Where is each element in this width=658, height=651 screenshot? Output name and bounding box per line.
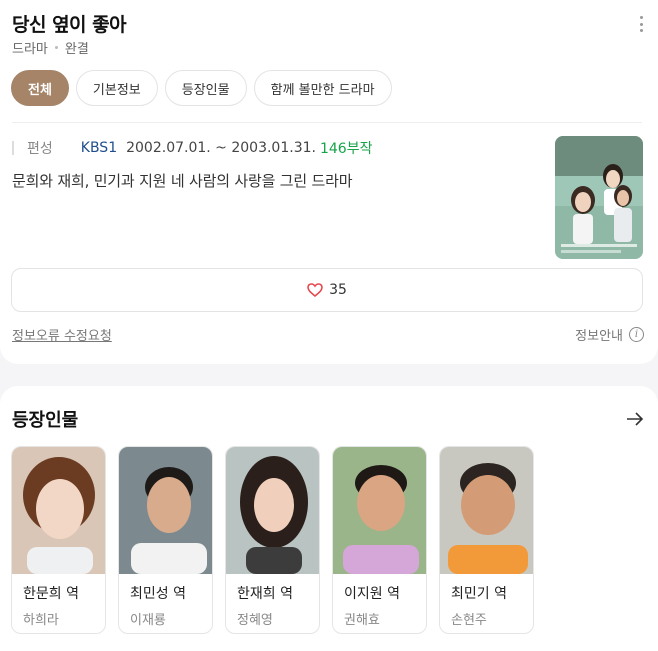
separator-dot [54,46,58,49]
network-link[interactable]: KBS1 [81,140,117,156]
info-icon: i [629,327,644,342]
cast-card: 등장인물 한문희 역 하희라 최민성 역 이재룡 한재희 역 정혜영 이지원 역… [0,386,658,651]
info-guide-button[interactable]: 정보안내 i [575,325,644,344]
cast-item[interactable]: 한재희 역 정혜영 [225,446,320,634]
info-guide-label: 정보안내 [575,329,623,344]
label-bar [12,141,14,155]
report-error-link[interactable]: 정보오류 수정요청 [12,325,112,344]
cast-actor: 손현주 [451,613,487,628]
cast-role: 최민기 역 [451,586,507,602]
cast-actor: 권해효 [344,613,380,628]
cast-role: 이지원 역 [344,586,400,602]
tab-all[interactable]: 전체 [11,70,69,106]
tab-cast[interactable]: 등장인물 [164,70,247,106]
cast-photo [226,447,319,574]
cast-photo [12,447,105,574]
like-count: 35 [329,282,347,298]
cast-actor: 하희라 [23,613,59,628]
cast-photo [440,447,533,574]
drama-title: 당신 옆이 좋아 [12,14,127,36]
cast-role: 한재희 역 [237,586,293,602]
drama-description: 문희와 재희, 민기과 지원 네 사람의 사랑을 그린 드라마 [12,172,353,190]
episode-count: 146부작 [319,141,373,157]
status-label: 완결 [64,42,89,57]
broadcast-dates: 2002.07.01. ~ 2003.01.31. [126,140,316,156]
cast-item[interactable]: 한문희 역 하희라 [11,446,106,634]
cast-actor: 정혜영 [237,613,273,628]
drama-subtitle: 드라마 완결 [12,38,89,57]
more-options-icon[interactable] [638,16,644,32]
tab-similar-dramas[interactable]: 함께 볼만한 드라마 [253,70,392,106]
tab-bar: 전체 기본정보 등장인물 함께 볼만한 드라마 [11,70,392,106]
broadcast-label: 편성 [27,141,53,157]
genre-label: 드라마 [12,42,48,57]
cast-role: 최민성 역 [130,586,186,602]
cast-photo [333,447,426,574]
cast-list: 한문희 역 하희라 최민성 역 이재룡 한재희 역 정혜영 이지원 역 권해효 … [11,446,534,634]
heart-icon [307,283,323,297]
drama-poster[interactable] [555,136,643,259]
tab-basic-info[interactable]: 기본정보 [75,70,158,106]
divider [12,122,642,123]
broadcast-info: 편성 KBS1 2002.07.01. ~ 2003.01.31. 146부작 [12,138,372,158]
cast-item[interactable]: 이지원 역 권해효 [332,446,427,634]
like-button[interactable]: 35 [11,268,643,312]
cast-actor: 이재룡 [130,613,166,628]
cast-item[interactable]: 최민기 역 손현주 [439,446,534,634]
cast-item[interactable]: 최민성 역 이재룡 [118,446,213,634]
arrow-right-icon[interactable] [626,412,644,426]
drama-info-card: 당신 옆이 좋아 드라마 완결 전체 기본정보 등장인물 함께 볼만한 드라마 … [0,0,658,364]
cast-photo [119,447,212,574]
cast-role: 한문희 역 [23,586,79,602]
cast-section-title: 등장인물 [12,410,79,431]
